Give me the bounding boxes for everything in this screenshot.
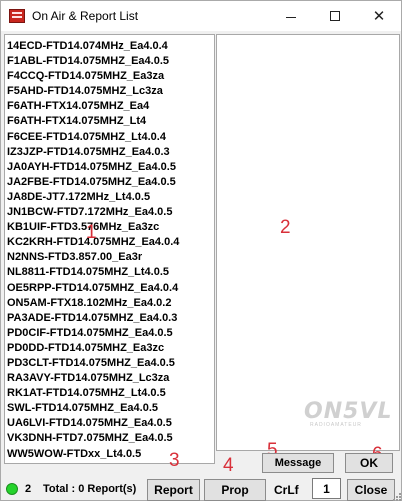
crlf-input[interactable]	[312, 478, 341, 499]
minimize-icon	[286, 16, 296, 18]
report-list: 14ECD-FTD14.074MHz_Ea4.0.4 F1ABL-FTD14.07…	[5, 35, 214, 462]
annotation-4: 4	[223, 455, 234, 476]
list-item[interactable]: F5AHD-FTD14.075MHZ_Lc3za	[7, 84, 214, 99]
ok-button[interactable]: OK	[345, 453, 393, 473]
report-button[interactable]: Report	[147, 479, 200, 501]
list-item[interactable]: N2NNS-FTD3.857.00_Ea3r	[7, 250, 214, 265]
status-indicator-icon	[6, 483, 18, 495]
list-item[interactable]: 14ECD-FTD14.074MHz_Ea4.0.4	[7, 39, 214, 54]
crlf-label: CrLf	[274, 483, 299, 497]
list-item[interactable]: UA6LVI-FTD14.075MHZ_Ea4.0.5	[7, 416, 214, 431]
list-item[interactable]: PD0CIF-FTD14.075MHZ_Ea4.0.5	[7, 326, 214, 341]
list-item[interactable]: VK3DNH-FTD7.075MHZ_Ea4.0.5	[7, 431, 214, 446]
close-icon: ✕	[372, 6, 386, 25]
list-item[interactable]: RK1AT-FTD14.075MHZ_Lt4.0.5	[7, 386, 214, 401]
list-item[interactable]: JA8DE-JT7.172MHz_Lt4.0.5	[7, 190, 214, 205]
list-item[interactable]: KC2KRH-FTD14.075MHZ_Ea4.0.4	[7, 235, 214, 250]
report-detail-pane[interactable]	[216, 34, 400, 451]
close-button[interactable]: Close	[347, 479, 395, 501]
resize-grip-icon[interactable]	[393, 493, 401, 501]
list-item[interactable]: PD0DD-FTD14.075MHZ_Ea3zc	[7, 341, 214, 356]
list-item[interactable]: JA2FBE-FTD14.075MHZ_Ea4.0.5	[7, 175, 214, 190]
watermark-logo: ON5VL RADIOAMATEUR	[304, 399, 394, 435]
annotation-2: 2	[280, 217, 291, 238]
list-item[interactable]: KB1UIF-FTD3.576MHz_Ea3zc	[7, 220, 214, 235]
prop-button[interactable]: Prop	[204, 479, 266, 501]
annotation-3: 3	[169, 450, 180, 471]
list-item[interactable]: NL8811-FTD14.075MHZ_Lt4.0.5	[7, 265, 214, 280]
app-icon	[9, 9, 25, 23]
list-item[interactable]: IZ3JZP-FTD14.075MHZ_Ea4.0.3	[7, 145, 214, 160]
list-item[interactable]: JA0AYH-FTD14.075MHZ_Ea4.0.5	[7, 160, 214, 175]
maximize-icon	[330, 11, 340, 21]
annotation-1: 1	[86, 222, 97, 243]
list-item[interactable]: F6CEE-FTD14.075MHZ_Lt4.0.4	[7, 130, 214, 145]
report-list-window: On Air & Report List ✕ 14ECD-FTD14.074MH…	[0, 0, 402, 501]
list-item[interactable]: ON5AM-FTX18.102MHz_Ea4.0.2	[7, 296, 214, 311]
list-item[interactable]: RA3AVY-FTD14.075MHZ_Lc3za	[7, 371, 214, 386]
list-item[interactable]: F6ATH-FTX14.075MHZ_Lt4	[7, 114, 214, 129]
message-button[interactable]: Message	[262, 453, 334, 473]
report-total: Total : 0 Report(s)	[43, 483, 137, 495]
list-item[interactable]: PA3ADE-FTD14.075MHZ_Ea4.0.3	[7, 311, 214, 326]
list-item[interactable]: F6ATH-FTX14.075MHZ_Ea4	[7, 99, 214, 114]
list-item[interactable]: F4CCQ-FTD14.075MHZ_Ea3za	[7, 69, 214, 84]
on-air-list[interactable]: 14ECD-FTD14.074MHz_Ea4.0.4 F1ABL-FTD14.07…	[4, 34, 215, 464]
list-item[interactable]: OE5RPP-FTD14.075MHZ_Ea4.0.4	[7, 281, 214, 296]
window-title: On Air & Report List	[32, 9, 139, 23]
title-bar[interactable]: On Air & Report List ✕	[1, 1, 401, 31]
list-item[interactable]: WW5WOW-FTDxx_Lt4.0.5	[7, 447, 214, 462]
status-count: 2	[25, 483, 32, 495]
maximize-button[interactable]	[313, 1, 357, 31]
minimize-button[interactable]	[269, 1, 313, 31]
watermark-text: ON5VL	[304, 399, 393, 424]
list-item[interactable]: JN1BCW-FTD7.172MHz_Ea4.0.5	[7, 205, 214, 220]
list-item[interactable]: F1ABL-FTD14.075MHZ_Ea4.0.5	[7, 54, 214, 69]
list-item[interactable]: SWL-FTD14.075MHZ_Ea4.0.5	[7, 401, 214, 416]
close-window-button[interactable]: ✕	[357, 1, 401, 31]
list-item[interactable]: PD3CLT-FTD14.075MHZ_Ea4.0.5	[7, 356, 214, 371]
